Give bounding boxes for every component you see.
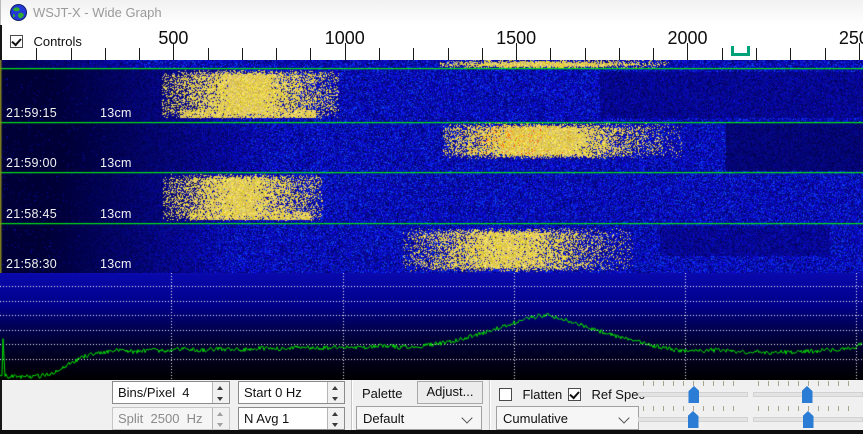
bins-per-pixel-spinner[interactable]: Bins/Pixel 4 (112, 381, 230, 404)
minor-tick (585, 48, 586, 60)
minor-tick (825, 48, 826, 60)
frequency-scale: Controls 500 1000 1500 2000 2500 (0, 25, 863, 60)
start-hz-value: Start 0 Hz (244, 385, 302, 400)
minor-tick (722, 48, 723, 60)
minor-tick (550, 48, 551, 60)
minor-tick (413, 48, 414, 60)
window-title: WSJT-X - Wide Graph (33, 5, 162, 20)
minor-tick (756, 48, 757, 60)
slider-ticks (758, 381, 858, 386)
band-label: 13cm (100, 106, 132, 120)
slider-handle[interactable] (803, 411, 814, 428)
spin-up-icon (213, 408, 229, 419)
spin-up-icon[interactable] (328, 408, 344, 419)
palette-select[interactable]: Default (356, 406, 482, 430)
split-hz-value: Split 2500 Hz (118, 411, 203, 426)
spectrum-mode-select[interactable]: Cumulative (496, 406, 639, 430)
timestamp-label: 21:58:30 (6, 257, 57, 271)
slider-ticks (643, 381, 743, 386)
wsjtx-globe-icon (10, 4, 27, 21)
scale-label-1000: 1000 (300, 28, 390, 49)
spectrum-canvas[interactable] (0, 273, 863, 380)
adjust-button[interactable]: Adjust... (417, 381, 483, 404)
minor-tick (310, 48, 311, 60)
spin-up-icon[interactable] (328, 382, 344, 393)
slider-handle[interactable] (802, 386, 813, 403)
slider-ticks (643, 406, 743, 411)
scale-label-500: 500 (128, 28, 218, 49)
timestamp-label: 21:59:00 (6, 156, 57, 170)
timestamp-label: 21:58:45 (6, 207, 57, 221)
n-avg-value: N Avg 1 (244, 411, 289, 426)
ref-spec-checkbox-label: Ref Spec (591, 387, 644, 402)
spin-down-icon[interactable] (213, 393, 229, 404)
band-label: 13cm (100, 257, 132, 271)
minor-tick (790, 48, 791, 60)
spin-down-icon[interactable] (328, 393, 344, 404)
bottom-controls-bar: Bins/Pixel 4 Start 0 Hz Split 2500 Hz N … (0, 380, 863, 430)
waterfall-period-label: 21:59:15 13cm (0, 106, 400, 121)
band-label: 13cm (100, 156, 132, 170)
flatten-checkbox[interactable]: Flatten (499, 386, 562, 404)
scale-label-1500: 1500 (471, 28, 561, 49)
waterfall-panel: 21:59:1513cm21:59:0013cm21:58:4513cm21:5… (0, 60, 863, 273)
wide-graph-window: WSJT-X - Wide Graph Controls 500 1000 1500… (0, 0, 863, 434)
spin-up-icon[interactable] (213, 382, 229, 393)
separator (489, 380, 491, 430)
band-label: 13cm (100, 207, 132, 221)
rx-frequency-marker[interactable] (731, 46, 750, 56)
spectrum-panel (0, 273, 863, 380)
controls-checkbox-box[interactable] (10, 35, 23, 48)
split-hz-spinner: Split 2500 Hz (112, 407, 230, 430)
palette-selected-value: Default (363, 411, 404, 426)
minor-tick (105, 48, 106, 60)
spectrum-zero-slider[interactable] (753, 405, 863, 429)
timestamp-label: 21:59:15 (6, 106, 57, 120)
minor-tick (448, 48, 449, 60)
spin-down-icon (213, 419, 229, 430)
minor-tick (276, 48, 277, 60)
slider-handle[interactable] (688, 386, 699, 403)
slider-handle[interactable] (688, 411, 699, 428)
window-bottom-frame (0, 430, 863, 434)
minor-tick (619, 48, 620, 60)
spin-down-icon[interactable] (328, 419, 344, 430)
minor-tick (482, 48, 483, 60)
spectrum-gain-slider[interactable] (638, 405, 748, 429)
scale-label-2000: 2000 (642, 28, 732, 49)
spectrum-mode-selected-value: Cumulative (503, 411, 568, 426)
waterfall-gain-slider[interactable] (638, 380, 748, 404)
waterfall-period-label: 21:58:45 13cm (0, 207, 400, 222)
minor-tick (379, 48, 380, 60)
minor-tick (242, 48, 243, 60)
title-bar[interactable]: WSJT-X - Wide Graph (0, 0, 863, 25)
slider-ticks (758, 406, 858, 411)
controls-checkbox-label: Controls (33, 34, 81, 49)
ref-spec-checkbox[interactable]: Ref Spec (568, 386, 645, 404)
start-hz-spinner[interactable]: Start 0 Hz (238, 381, 345, 404)
bins-per-pixel-value: Bins/Pixel 4 (118, 385, 190, 400)
separator (351, 380, 353, 430)
ref-spec-checkbox-box[interactable] (568, 388, 581, 401)
chevron-down-icon (461, 412, 472, 423)
flatten-checkbox-box[interactable] (499, 388, 512, 401)
minor-tick (139, 48, 140, 60)
waterfall-period-label: 21:58:30 13cm (0, 257, 400, 272)
waterfall-period-label: 21:59:00 13cm (0, 156, 400, 171)
minor-tick (36, 48, 37, 60)
scale-label-2500: 2500 (814, 28, 863, 49)
minor-tick (208, 48, 209, 60)
waterfall-zero-slider[interactable] (753, 380, 863, 404)
minor-tick (653, 48, 654, 60)
flatten-checkbox-label: Flatten (522, 387, 562, 402)
chevron-down-icon (618, 412, 629, 423)
n-avg-spinner[interactable]: N Avg 1 (238, 407, 345, 430)
palette-label: Palette (362, 386, 402, 401)
minor-tick (71, 48, 72, 60)
